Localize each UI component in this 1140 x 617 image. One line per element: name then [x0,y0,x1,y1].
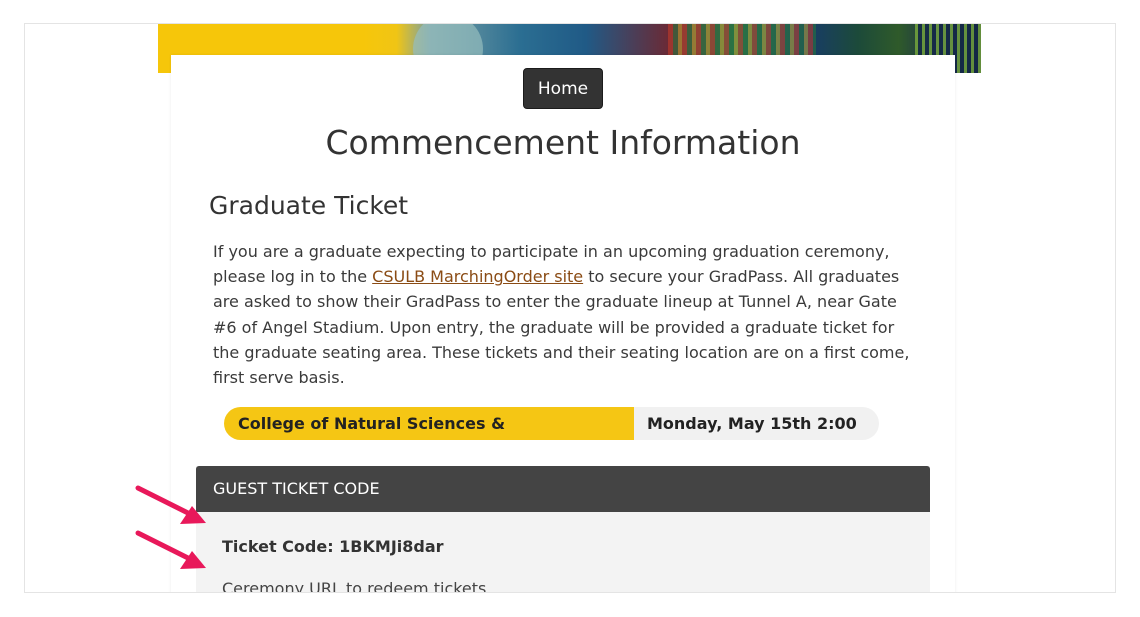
ceremony-redeem-link[interactable]: Ceremony URL to redeem tickets [222,578,486,592]
guest-ticket-panel-header: GUEST TICKET CODE [196,466,930,512]
graduate-ticket-description: If you are a graduate expecting to parti… [213,239,925,390]
page-title: Commencement Information [325,123,801,162]
content-card: Home Commencement Information Graduate T… [171,55,955,592]
annotation-arrow-icon [135,530,206,569]
section-title-graduate-ticket: Graduate Ticket [209,191,409,220]
home-button[interactable]: Home [523,68,603,109]
ceremony-info-badge: College of Natural Sciences & Mathematic… [224,407,879,440]
ticket-code: Ticket Code: 1BKMJi8dar [222,537,444,556]
marchingorder-link[interactable]: CSULB MarchingOrder site [372,267,583,286]
college-name: College of Natural Sciences & Mathematic… [224,407,634,440]
guest-ticket-panel: GUEST TICKET CODE Ticket Code: 1BKMJi8da… [196,466,930,592]
ceremony-datetime: Monday, May 15th 2:00 PM [634,407,879,440]
annotation-arrow-icon [135,485,206,524]
